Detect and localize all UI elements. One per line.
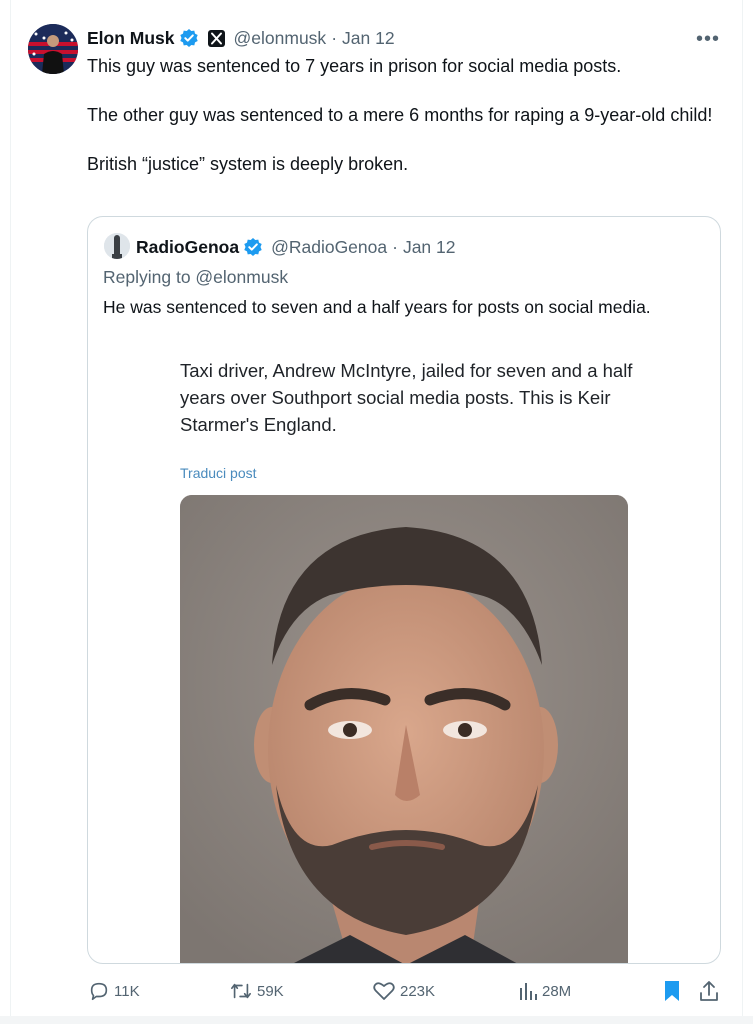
- share-icon: [700, 981, 718, 1001]
- bookmark-button[interactable]: [662, 976, 686, 1006]
- verified-badge-icon: [179, 28, 199, 48]
- share-button[interactable]: [698, 976, 724, 1006]
- quote-text: He was sentenced to seven and a half yea…: [103, 297, 651, 317]
- reply-button[interactable]: 11K: [88, 976, 140, 1006]
- like-button[interactable]: 223K: [372, 976, 435, 1006]
- embedded-screenshot-text: Taxi driver, Andrew McIntyre, jailed for…: [180, 360, 633, 435]
- author-handle[interactable]: @elonmusk: [234, 28, 327, 49]
- tweet-header: Elon Musk @elonmusk · Jan 12: [87, 26, 395, 50]
- tweet-action-bar: 11K 59K 223K 28M: [0, 976, 753, 1006]
- retweet-icon: [231, 983, 251, 999]
- retweet-count: 59K: [257, 982, 284, 1000]
- quote-author-handle[interactable]: @RadioGenoa: [271, 237, 387, 258]
- heart-icon: [373, 982, 395, 1000]
- tweet-paragraph: The other guy was sentenced to a mere 6 …: [87, 105, 713, 125]
- like-count: 223K: [400, 982, 436, 1000]
- quoted-tweet[interactable]: RadioGenoa @RadioGenoa · Jan 12 Replying…: [87, 216, 721, 964]
- quote-author-avatar[interactable]: [104, 233, 130, 259]
- bookmark-icon: [665, 981, 679, 1001]
- tweet-paragraph: British “justice” system is deeply broke…: [87, 154, 409, 174]
- verified-badge-icon: [243, 237, 263, 257]
- x-logo-icon: [207, 29, 225, 47]
- tweet-text: This guy was sentenced to 7 years in pri…: [87, 54, 717, 201]
- quote-date[interactable]: Jan 12: [403, 237, 456, 258]
- tweet-date[interactable]: Jan 12: [342, 28, 395, 49]
- author-avatar[interactable]: [28, 24, 78, 74]
- quote-author-name[interactable]: RadioGenoa: [136, 237, 239, 258]
- divider: [0, 1016, 753, 1024]
- replying-to[interactable]: Replying to @elonmusk: [103, 267, 288, 288]
- tweet-paragraph: This guy was sentenced to 7 years in pri…: [87, 56, 622, 76]
- views-button[interactable]: 28M: [518, 976, 571, 1006]
- views-count: 28M: [542, 982, 572, 1000]
- views-icon: [520, 983, 537, 1000]
- retweet-button[interactable]: 59K: [229, 976, 284, 1006]
- quote-header: RadioGenoa @RadioGenoa · Jan 12: [136, 235, 456, 259]
- more-options-icon[interactable]: •••: [696, 28, 720, 51]
- mugshot-photo[interactable]: [180, 495, 628, 963]
- translate-post-link: Traduci post: [180, 465, 257, 481]
- reply-icon: [90, 982, 108, 1001]
- reply-count: 11K: [114, 982, 140, 1000]
- dot-separator: ·: [392, 236, 398, 257]
- dot-separator: ·: [331, 27, 338, 48]
- author-name[interactable]: Elon Musk: [87, 28, 175, 49]
